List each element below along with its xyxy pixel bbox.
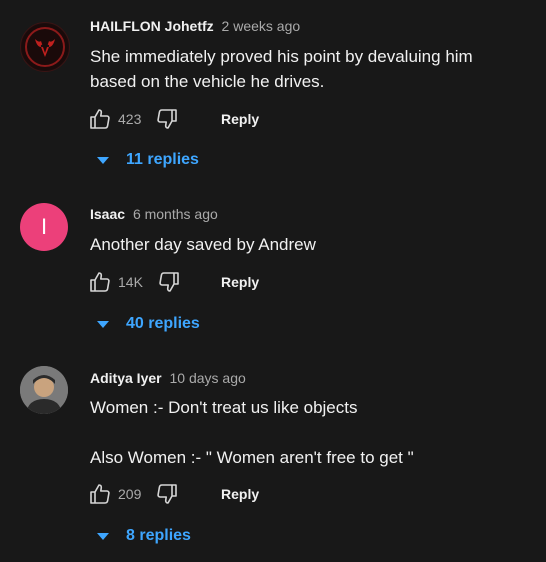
replies-label: 40 replies bbox=[126, 315, 200, 332]
person-photo-icon bbox=[20, 366, 68, 414]
reply-button[interactable]: Reply bbox=[221, 111, 259, 127]
author-line: Aditya Iyer 10 days ago bbox=[90, 370, 246, 386]
like-icon[interactable] bbox=[88, 270, 112, 294]
reply-button[interactable]: Reply bbox=[221, 274, 259, 290]
goat-emblem-icon bbox=[22, 24, 68, 70]
avatar[interactable]: I bbox=[20, 203, 68, 251]
author-name[interactable]: Isaac bbox=[90, 206, 125, 222]
comment-time[interactable]: 2 weeks ago bbox=[222, 18, 301, 34]
view-replies-button[interactable]: 40 replies bbox=[97, 315, 200, 333]
replies-label: 11 replies bbox=[126, 151, 199, 168]
comment-text: Also Women :- " Women aren't free to get… bbox=[90, 445, 414, 470]
comment-line: Also Women :- " Women aren't free to get… bbox=[90, 448, 414, 467]
comment-time[interactable]: 6 months ago bbox=[133, 206, 218, 222]
caret-down-icon bbox=[97, 156, 109, 164]
comment-actions: 423 bbox=[88, 108, 179, 130]
avatar[interactable] bbox=[20, 366, 68, 414]
comment-line: Women :- Don't treat us like objects bbox=[90, 398, 358, 417]
comment-time[interactable]: 10 days ago bbox=[169, 370, 245, 386]
author-line: Isaac 6 months ago bbox=[90, 206, 218, 222]
replies-label: 8 replies bbox=[126, 527, 191, 544]
comment-text: She immediately proved his point by deva… bbox=[90, 44, 473, 94]
comment-line: based on the vehicle he drives. bbox=[90, 72, 325, 91]
comment-text: Another day saved by Andrew bbox=[90, 232, 316, 257]
comment-text: Women :- Don't treat us like objects bbox=[90, 395, 357, 420]
comment-line: Another day saved by Andrew bbox=[90, 235, 316, 254]
like-icon[interactable] bbox=[88, 107, 112, 131]
author-line: HAILFLON Johetfz 2 weeks ago bbox=[90, 18, 300, 34]
author-name[interactable]: HAILFLON Johetfz bbox=[90, 18, 214, 34]
view-replies-button[interactable]: 8 replies bbox=[97, 527, 191, 545]
like-count: 14K bbox=[118, 274, 143, 290]
comment-actions: 14K bbox=[88, 271, 181, 293]
dislike-icon[interactable] bbox=[155, 107, 179, 131]
like-count: 209 bbox=[118, 486, 142, 502]
like-icon[interactable] bbox=[88, 482, 112, 506]
dislike-icon[interactable] bbox=[155, 482, 179, 506]
like-count: 423 bbox=[118, 111, 142, 127]
comment-line: She immediately proved his point by deva… bbox=[90, 47, 473, 66]
caret-down-icon bbox=[97, 532, 109, 540]
caret-down-icon bbox=[97, 320, 109, 328]
author-name[interactable]: Aditya Iyer bbox=[90, 370, 162, 386]
reply-button[interactable]: Reply bbox=[221, 486, 259, 502]
avatar[interactable] bbox=[20, 22, 70, 72]
view-replies-button[interactable]: 11 replies bbox=[97, 151, 199, 169]
dislike-icon[interactable] bbox=[157, 270, 181, 294]
avatar-letter: I bbox=[40, 214, 48, 239]
comment-actions: 209 bbox=[88, 483, 179, 505]
